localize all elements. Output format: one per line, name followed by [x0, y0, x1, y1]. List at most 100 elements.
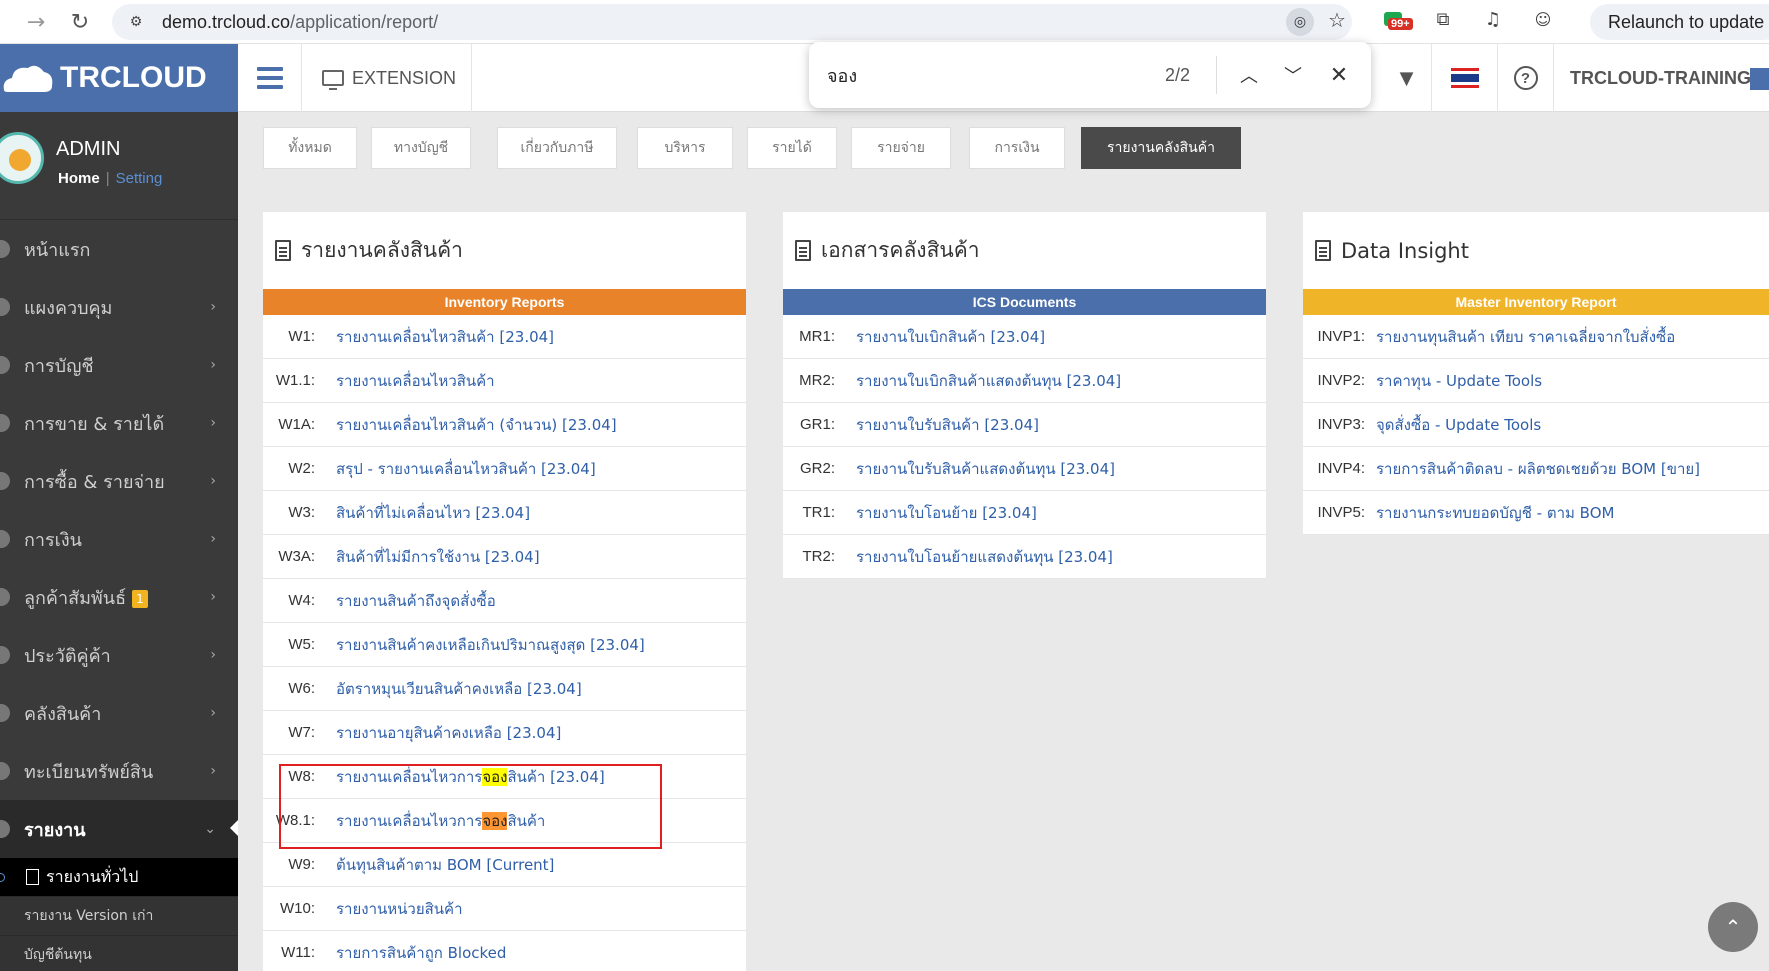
report-link[interactable]: อัตราหมุนเวียนสินค้าคงเหลือ [23.04]	[336, 677, 582, 701]
report-link[interactable]: สินค้าที่ไม่มีการใช้งาน [23.04]	[336, 545, 540, 569]
report-link[interactable]: รายงานอายุสินค้าคงเหลือ [23.04]	[336, 721, 561, 745]
report-code: INVP2:	[1317, 372, 1365, 389]
tab-6[interactable]: รายจ่าย	[851, 127, 951, 169]
report-row: W2: สรุป - รายงานเคลื่อนไหวสินค้า [23.04]	[263, 447, 746, 491]
report-link[interactable]: รายงานเคลื่อนไหวการจองสินค้า	[336, 809, 545, 833]
document-icon	[795, 240, 811, 261]
profile-avatar-icon[interactable]: ☺	[1528, 4, 1558, 34]
sidebar-item-label: คลังสินค้า	[24, 703, 102, 725]
chevron-right-icon: ›	[210, 763, 216, 779]
report-link[interactable]: รายงานกระทบยอดบัญชี - ตาม BOM	[1376, 501, 1614, 525]
menu-item-icon	[0, 298, 10, 316]
sidebar-item-label: การซื้อ & รายจ่าย	[24, 471, 165, 493]
report-code: GR1:	[799, 416, 835, 433]
forward-icon[interactable]: →	[16, 2, 56, 42]
company-name[interactable]: TRCLOUD-TRAINING	[1570, 44, 1751, 112]
report-link[interactable]: รายงานทุนสินค้า เทียบ ราคาเฉลี่ยจากใบสั่…	[1376, 325, 1675, 349]
sidebar-item[interactable]: การเงิน ›	[0, 510, 238, 568]
submenu-item-label: รายงานทั่วไป	[46, 866, 139, 886]
site-info-icon[interactable]: ⚙	[126, 12, 146, 32]
report-link[interactable]: รายงานใบโอนย้าย [23.04]	[856, 501, 1037, 525]
report-link[interactable]: รายงานเคลื่อนไหวสินค้า	[336, 369, 495, 393]
report-code: W1:	[288, 328, 315, 345]
sidebar-item[interactable]: การซื้อ & รายจ่าย ›	[0, 452, 238, 510]
setting-link[interactable]: Setting	[116, 170, 163, 187]
report-link[interactable]: รายงานใบรับสินค้าแสดงต้นทุน [23.04]	[856, 457, 1115, 481]
home-link[interactable]: Home	[58, 170, 100, 187]
report-link[interactable]: รายงานใบโอนย้ายแสดงต้นทุน [23.04]	[856, 545, 1113, 569]
url-text: demo.trcloud.co/application/report/	[162, 12, 438, 33]
report-link[interactable]: รายงานใบเบิกสินค้า [23.04]	[856, 325, 1045, 349]
report-link[interactable]: สินค้าที่ไม่เคลื่อนไหว [23.04]	[336, 501, 530, 525]
find-next-icon[interactable]: ﹀	[1277, 59, 1309, 91]
report-link[interactable]: รายงานใบรับสินค้า [23.04]	[856, 413, 1039, 437]
user-profile: ADMIN Home | Setting	[0, 112, 238, 220]
media-control-icon[interactable]: ♫	[1478, 4, 1508, 34]
report-link[interactable]: รายงานเคลื่อนไหวสินค้า (จำนวน) [23.04]	[336, 413, 617, 437]
find-query-input[interactable]: จอง	[827, 61, 857, 90]
report-code: INVP4:	[1317, 460, 1365, 477]
report-row: W9: ต้นทุนสินค้าตาม BOM [Current]	[263, 843, 746, 887]
panel-section-header: ICS Documents	[783, 289, 1266, 315]
report-link[interactable]: รายงานสินค้าถึงจุดสั่งซื้อ	[336, 589, 496, 613]
report-link[interactable]: รายงานใบเบิกสินค้าแสดงต้นทุน [23.04]	[856, 369, 1121, 393]
sidebar-menu: หน้าแรก แผงควบคุม › การบัญชี › การขาย & รายได…	[0, 220, 238, 971]
avatar[interactable]	[0, 132, 44, 184]
menu-toggle-icon[interactable]	[238, 44, 302, 112]
tab-3[interactable]: เกี่ยวกับภาษี	[497, 127, 617, 169]
chevron-right-icon: ›	[210, 415, 216, 431]
extension-tab[interactable]: EXTENSION	[302, 44, 472, 112]
report-link[interactable]: ต้นทุนสินค้าตาม BOM [Current]	[336, 853, 554, 877]
report-code: TR2:	[802, 548, 835, 565]
report-link[interactable]: รายงานเคลื่อนไหวสินค้า [23.04]	[336, 325, 554, 349]
sidebar-item[interactable]: คลังสินค้า ›	[0, 684, 238, 742]
sidebar-item[interactable]: ลูกค้าสัมพันธ์ 1 ›	[0, 568, 238, 626]
bookmark-star-icon[interactable]: ☆	[1328, 8, 1346, 32]
submenu-item[interactable]: บัญชีต้นทุน	[0, 936, 238, 971]
sidebar-item[interactable]: ทะเบียนทรัพย์สิน ›	[0, 742, 238, 800]
report-row: GR1: รายงานใบรับสินค้า [23.04]	[783, 403, 1266, 447]
report-link[interactable]: รายงานหน่วยสินค้า	[336, 897, 463, 921]
caret-down-icon[interactable]: ▼	[1382, 44, 1432, 112]
extension-badge-icon[interactable]: 99+	[1378, 4, 1413, 34]
submenu-item[interactable]: รายงาน Version เก่า	[0, 897, 238, 936]
sidebar-item[interactable]: รายงาน ⌄	[0, 800, 238, 858]
extension-badge-count: 99+	[1388, 18, 1413, 30]
report-link[interactable]: จุดสั่งซื้อ - Update Tools	[1376, 413, 1541, 437]
tab-5[interactable]: รายได้	[747, 127, 837, 169]
report-link[interactable]: รายงานเคลื่อนไหวการจองสินค้า [23.04]	[336, 765, 605, 789]
report-link[interactable]: รายการสินค้าถูก Blocked	[336, 941, 506, 965]
report-row: INVP4: รายการสินค้าติดลบ - ผลิตชดเชยด้วย …	[1303, 447, 1769, 491]
extensions-puzzle-icon[interactable]: ⧉	[1428, 4, 1458, 34]
help-button[interactable]: ?	[1498, 44, 1554, 112]
sidebar-item[interactable]: การบัญชี ›	[0, 336, 238, 394]
find-close-icon[interactable]: ✕	[1323, 59, 1355, 91]
submenu-item[interactable]: รายงานทั่วไป	[0, 858, 238, 897]
find-previous-icon[interactable]: ︿	[1233, 59, 1265, 91]
report-link[interactable]: สรุป - รายงานเคลื่อนไหวสินค้า [23.04]	[336, 457, 596, 481]
address-bar[interactable]: ⚙ demo.trcloud.co/application/report/	[112, 4, 1352, 40]
app-logo[interactable]: TRCLOUD	[0, 44, 238, 112]
menu-item-icon	[0, 530, 10, 548]
sidebar-item[interactable]: แผงควบคุม ›	[0, 278, 238, 336]
report-row: W1.1: รายงานเคลื่อนไหวสินค้า	[263, 359, 746, 403]
sidebar-item[interactable]: ประวัติคู่ค้า ›	[0, 626, 238, 684]
report-link[interactable]: รายการสินค้าติดลบ - ผลิตชดเชยด้วย BOM [ข…	[1376, 457, 1700, 481]
tab-2[interactable]: ทางบัญชี	[371, 127, 471, 169]
tab-8[interactable]: รายงานคลังสินค้า	[1081, 127, 1241, 169]
chevron-right-icon: ›	[210, 705, 216, 721]
language-flag[interactable]	[1432, 44, 1498, 112]
google-lens-icon[interactable]: ◎	[1286, 8, 1314, 36]
apps-grid-icon[interactable]	[1750, 68, 1769, 90]
tab-1[interactable]: ทั้งหมด	[263, 127, 357, 169]
reload-icon[interactable]: ↻	[60, 2, 100, 42]
sidebar-item[interactable]: การขาย & รายได้ ›	[0, 394, 238, 452]
report-link[interactable]: ราคาทุน - Update Tools	[1376, 369, 1542, 393]
sidebar-item[interactable]: หน้าแรก	[0, 220, 238, 278]
tab-4[interactable]: บริหาร	[637, 127, 733, 169]
relaunch-button[interactable]: Relaunch to update	[1590, 4, 1769, 40]
tab-7[interactable]: การเงิน	[969, 127, 1065, 169]
chevron-right-icon: ›	[210, 531, 216, 547]
report-link[interactable]: รายงานสินค้าคงเหลือเกินปริมาณสูงสุด [23.…	[336, 633, 645, 657]
scroll-to-top-icon[interactable]: ⌃	[1708, 902, 1758, 952]
